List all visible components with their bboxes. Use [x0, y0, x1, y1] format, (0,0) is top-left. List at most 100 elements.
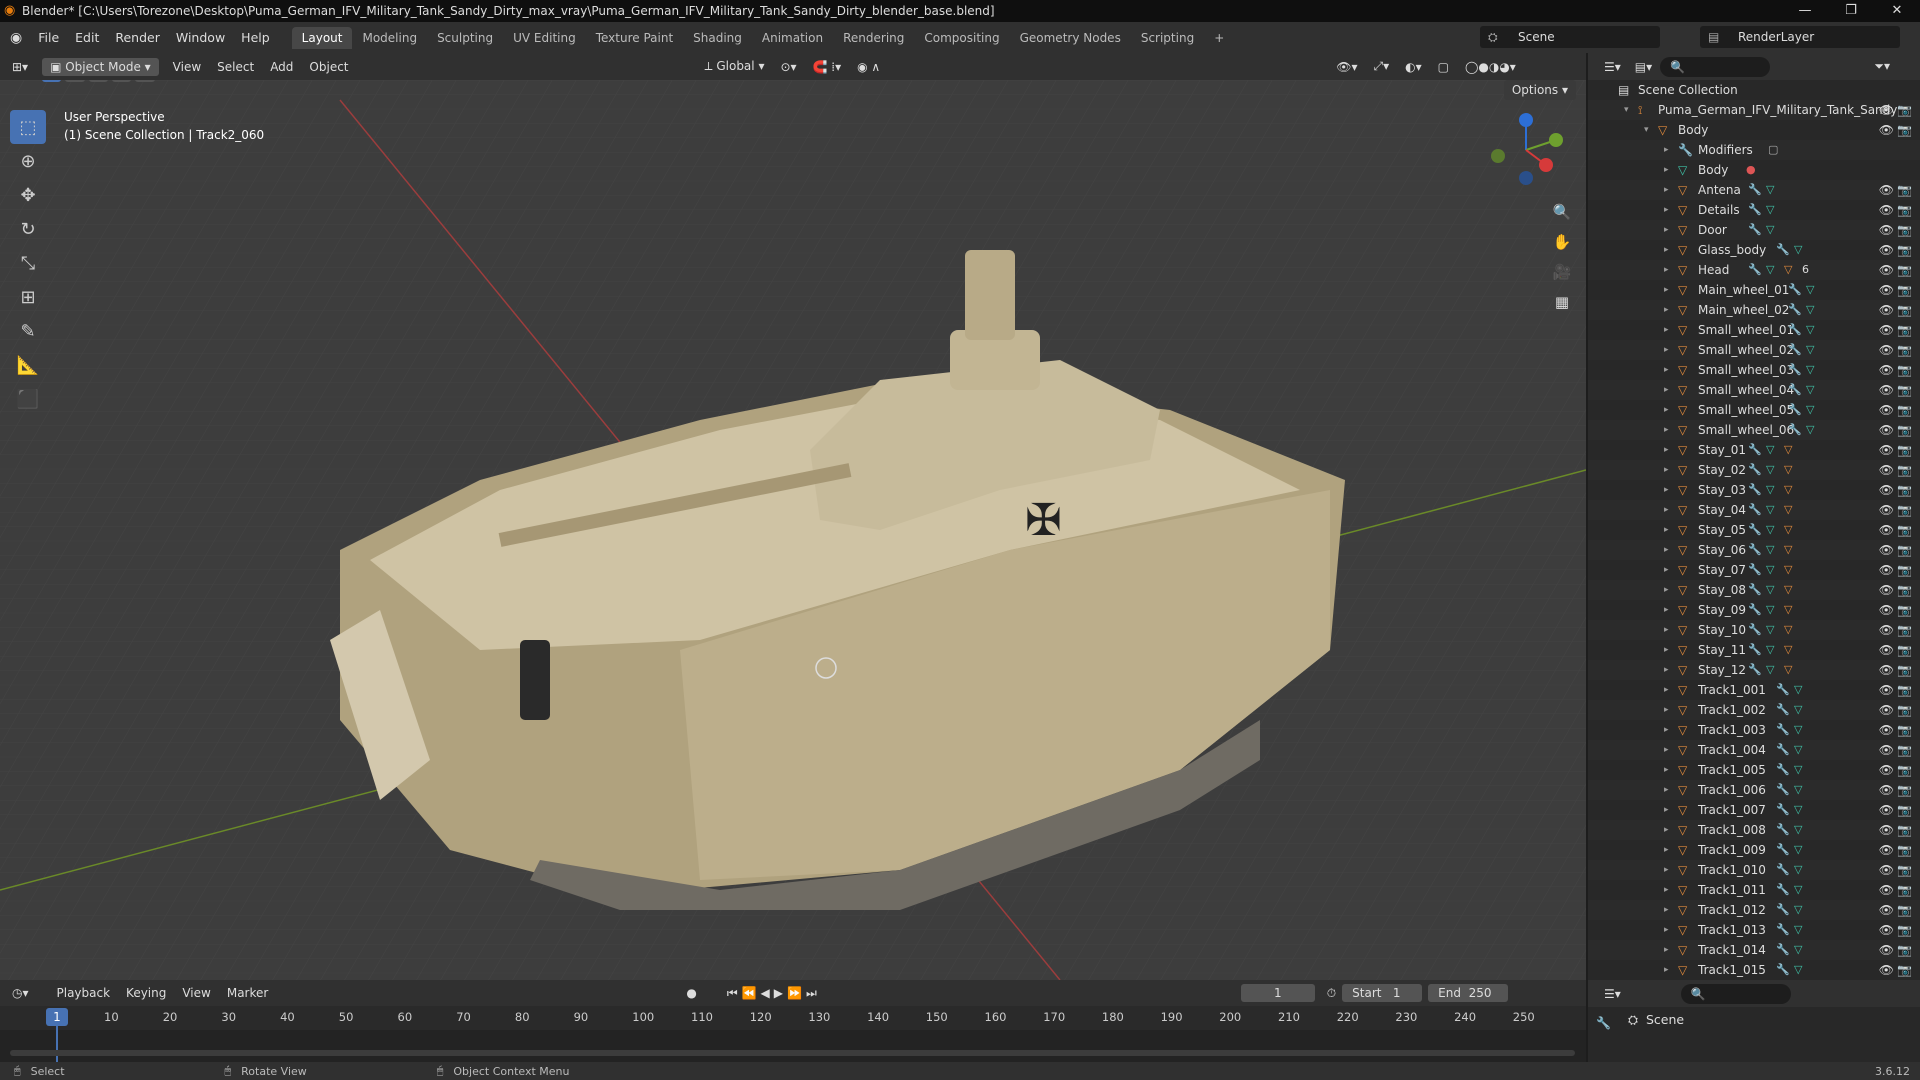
visibility-eye-icon[interactable]: 👁: [1879, 780, 1894, 800]
timeline-menu-playback[interactable]: Playback: [49, 986, 119, 1000]
outliner-item-glass-body[interactable]: ▸ ▽ Glass_body 🔧 ▽ 👁 📷: [1588, 240, 1920, 260]
outliner-item-stay-06[interactable]: ▸ ▽ Stay_06 🔧 ▽ ▽ 👁 📷: [1588, 540, 1920, 560]
render-camera-icon[interactable]: 📷: [1897, 200, 1912, 220]
render-camera-icon[interactable]: 📷: [1897, 460, 1912, 480]
mode-selector[interactable]: ▣ Object Mode ▾: [42, 57, 159, 76]
frame-ruler[interactable]: 1 10 20 30 40 50 60 70 80 90 100 110 120 130 140 150 16…: [0, 1006, 1586, 1066]
outliner-item-track1-001[interactable]: ▸ ▽ Track1_001 🔧 ▽ 👁 📷: [1588, 680, 1920, 700]
playback-controls[interactable]: ⏮⏪◀▶⏩⏭: [727, 986, 821, 1001]
expand-arrow-icon[interactable]: ▸: [1664, 140, 1669, 160]
expand-arrow-icon[interactable]: ▸: [1664, 380, 1669, 400]
view-layer-selector[interactable]: ▤ RenderLayer: [1700, 26, 1900, 48]
render-camera-icon[interactable]: 📷: [1897, 800, 1912, 820]
outliner-item-stay-08[interactable]: ▸ ▽ Stay_08 🔧 ▽ ▽ 👁 📷: [1588, 580, 1920, 600]
expand-arrow-icon[interactable]: ▸: [1664, 600, 1669, 620]
visibility-eye-icon[interactable]: 👁: [1879, 580, 1894, 600]
timeline-menu-keying[interactable]: Keying: [118, 986, 174, 1000]
select-intersect-icon[interactable]: ▣: [135, 80, 155, 82]
outliner-item-small-wheel-01[interactable]: ▸ ▽ Small_wheel_01 🔧 ▽ 👁 📷: [1588, 320, 1920, 340]
render-camera-icon[interactable]: 📷: [1897, 880, 1912, 900]
outliner-item-stay-11[interactable]: ▸ ▽ Stay_11 🔧 ▽ ▽ 👁 📷: [1588, 640, 1920, 660]
outliner-item-small-wheel-03[interactable]: ▸ ▽ Small_wheel_03 🔧 ▽ 👁 📷: [1588, 360, 1920, 380]
outliner-item-stay-02[interactable]: ▸ ▽ Stay_02 🔧 ▽ ▽ 👁 📷: [1588, 460, 1920, 480]
expand-arrow-icon[interactable]: ▸: [1664, 360, 1669, 380]
render-camera-icon[interactable]: 📷: [1897, 660, 1912, 680]
visibility-eye-icon[interactable]: 👁: [1879, 240, 1894, 260]
gizmo-icon[interactable]: ⤢▾: [1365, 59, 1397, 74]
current-frame-field[interactable]: 1: [1240, 984, 1315, 1002]
render-camera-icon[interactable]: 📷: [1897, 220, 1912, 240]
expand-arrow-icon[interactable]: ▸: [1664, 300, 1669, 320]
overlay-icon[interactable]: ◐▾: [1397, 60, 1430, 74]
render-camera-icon[interactable]: 📷: [1897, 240, 1912, 260]
visibility-eye-icon[interactable]: 👁: [1879, 280, 1894, 300]
visibility-eye-icon[interactable]: 👁: [1879, 740, 1894, 760]
expand-arrow-icon[interactable]: ▸: [1664, 220, 1669, 240]
outliner-item-stay-10[interactable]: ▸ ▽ Stay_10 🔧 ▽ ▽ 👁 📷: [1588, 620, 1920, 640]
render-camera-icon[interactable]: 📷: [1897, 940, 1912, 960]
shading-modes-icon[interactable]: ◯●◑◕▾: [1457, 60, 1524, 74]
viewport-menu-object[interactable]: Object: [301, 60, 356, 74]
viewport-menu-view[interactable]: View: [165, 60, 209, 74]
outliner-item-track1-004[interactable]: ▸ ▽ Track1_004 🔧 ▽ 👁 📷: [1588, 740, 1920, 760]
menu-help[interactable]: Help: [233, 30, 278, 45]
render-camera-icon[interactable]: 📷: [1897, 620, 1912, 640]
transform-tool[interactable]: ⊞: [10, 280, 46, 314]
outliner-item-track1-002[interactable]: ▸ ▽ Track1_002 🔧 ▽ 👁 📷: [1588, 700, 1920, 720]
start-frame-field[interactable]: Start 1: [1342, 984, 1423, 1002]
tab-add[interactable]: +: [1204, 27, 1234, 49]
select-new-icon[interactable]: ▣: [42, 80, 62, 82]
render-camera-icon[interactable]: 📷: [1897, 320, 1912, 340]
outliner-item-small-wheel-06[interactable]: ▸ ▽ Small_wheel_06 🔧 ▽ 👁 📷: [1588, 420, 1920, 440]
render-camera-icon[interactable]: 📷: [1897, 860, 1912, 880]
visibility-eye-icon[interactable]: 👁: [1879, 800, 1894, 820]
outliner-item-track1-007[interactable]: ▸ ▽ Track1_007 🔧 ▽ 👁 📷: [1588, 800, 1920, 820]
expand-arrow-icon[interactable]: ▸: [1664, 940, 1669, 960]
outliner-search-input[interactable]: 🔍: [1660, 56, 1771, 77]
select-invert-icon[interactable]: ▣: [112, 80, 132, 82]
outliner-item-track1-006[interactable]: ▸ ▽ Track1_006 🔧 ▽ 👁 📷: [1588, 780, 1920, 800]
select-subtract-icon[interactable]: ▣: [88, 80, 109, 82]
visibility-eye-icon[interactable]: 👁: [1879, 540, 1894, 560]
timeline-menu-view[interactable]: View: [174, 986, 218, 1000]
playhead[interactable]: 1: [46, 1008, 68, 1026]
zoom-icon[interactable]: 🔍: [1548, 198, 1576, 226]
timeline-editor-icon[interactable]: ◷▾: [12, 986, 29, 1000]
expand-arrow-icon[interactable]: ▸: [1664, 580, 1669, 600]
expand-arrow-icon[interactable]: ▸: [1664, 540, 1669, 560]
navigation-gizmo[interactable]: [1486, 110, 1566, 190]
outliner-item-small-wheel-05[interactable]: ▸ ▽ Small_wheel_05 🔧 ▽ 👁 📷: [1588, 400, 1920, 420]
expand-arrow-icon[interactable]: ▸: [1664, 200, 1669, 220]
pivot-icon[interactable]: ⊙▾: [772, 60, 804, 74]
outliner-item-small-wheel-02[interactable]: ▸ ▽ Small_wheel_02 🔧 ▽ 👁 📷: [1588, 340, 1920, 360]
visibility-eye-icon[interactable]: 👁: [1879, 460, 1894, 480]
render-camera-icon[interactable]: 📷: [1897, 120, 1912, 140]
expand-arrow-icon[interactable]: ▸: [1664, 460, 1669, 480]
render-camera-icon[interactable]: 📷: [1897, 420, 1912, 440]
visibility-eye-icon[interactable]: 👁: [1879, 940, 1894, 960]
options-button[interactable]: Options ▾: [1503, 80, 1576, 100]
expand-arrow-icon[interactable]: ▸: [1664, 740, 1669, 760]
visibility-eye-icon[interactable]: 👁: [1879, 520, 1894, 540]
scale-tool[interactable]: ⤡: [10, 246, 46, 280]
filter-icon[interactable]: ⏷▾: [1874, 59, 1890, 74]
proportional-edit-icon[interactable]: ◉ ∧: [849, 60, 888, 74]
menu-file[interactable]: File: [30, 30, 67, 45]
expand-arrow-icon[interactable]: ▸: [1664, 880, 1669, 900]
outliner-item-track1-008[interactable]: ▸ ▽ Track1_008 🔧 ▽ 👁 📷: [1588, 820, 1920, 840]
outliner-item-track1-011[interactable]: ▸ ▽ Track1_011 🔧 ▽ 👁 📷: [1588, 880, 1920, 900]
expand-arrow-icon[interactable]: ▸: [1664, 160, 1669, 180]
visibility-eye-icon[interactable]: 👁: [1879, 680, 1894, 700]
tab-modeling[interactable]: Modeling: [352, 27, 427, 49]
outliner-item-track1-012[interactable]: ▸ ▽ Track1_012 🔧 ▽ 👁 📷: [1588, 900, 1920, 920]
render-camera-icon[interactable]: 📷: [1897, 780, 1912, 800]
3d-viewport[interactable]: ✠ ▣ ▣ ▣ ▣ ▣ ⬚ ⊕ ✥ ↻ ⤡ ⊞ ✎ 📐 ⬛ User Persp…: [0, 80, 1586, 980]
visibility-eye-icon[interactable]: 👁: [1879, 300, 1894, 320]
tool-properties-icon[interactable]: 🔧: [1596, 1016, 1611, 1030]
outliner-item-main-wheel-01[interactable]: ▸ ▽ Main_wheel_01 🔧 ▽ 👁 📷: [1588, 280, 1920, 300]
tab-shading[interactable]: Shading: [683, 27, 752, 49]
render-camera-icon[interactable]: 📷: [1897, 900, 1912, 920]
snap-icon[interactable]: 🧲 ⁞▾: [805, 60, 850, 74]
expand-arrow-icon[interactable]: ▸: [1664, 560, 1669, 580]
visibility-eye-icon[interactable]: 👁: [1879, 960, 1894, 980]
